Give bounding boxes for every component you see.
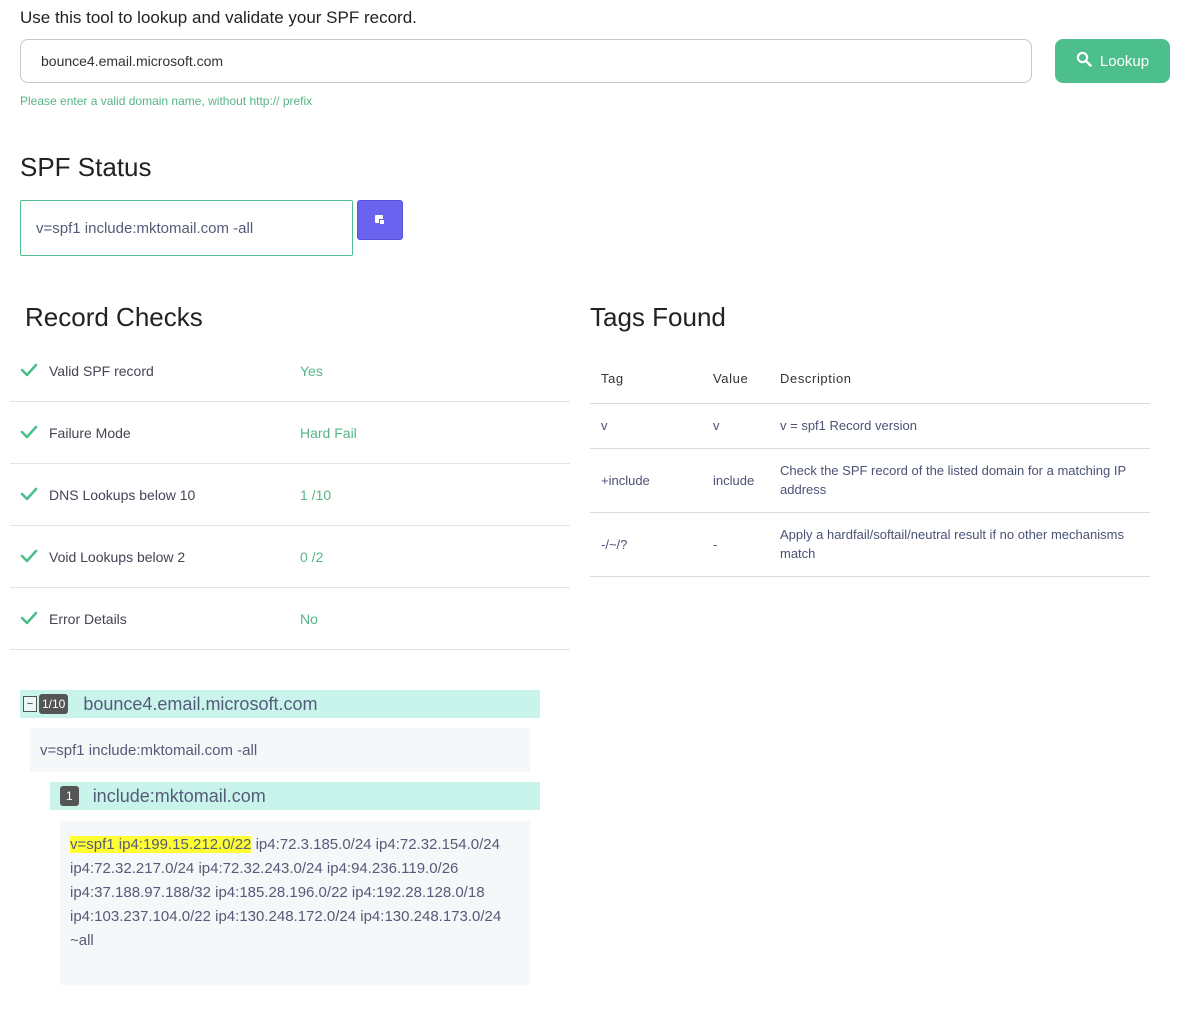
description-cell: Check the SPF record of the listed domai… (769, 448, 1150, 513)
check-row: Failure Mode Hard Fail (10, 402, 570, 464)
value-cell: - (702, 512, 769, 577)
tags-header-row: Tag Value Description (590, 355, 1150, 404)
column-header-value: Value (702, 355, 769, 404)
check-value: 0 /2 (300, 548, 324, 565)
tag-cell: +include (590, 448, 702, 513)
check-row: DNS Lookups below 10 1 /10 (10, 464, 570, 526)
record-checks-title: Record Checks (25, 302, 203, 332)
table-row: +include include Check the SPF record of… (590, 448, 1150, 513)
check-row: Valid SPF record Yes (10, 340, 570, 402)
tags-found-title: Tags Found (590, 302, 726, 332)
search-icon (1076, 51, 1092, 71)
table-row: v v v = spf1 Record version (590, 403, 1150, 449)
check-icon (20, 487, 38, 501)
spf-record-text: v=spf1 include:mktomail.com -all (36, 219, 254, 237)
check-value: 1 /10 (300, 486, 332, 503)
check-icon (20, 611, 38, 625)
table-row: -/~/? - Apply a hardfail/softail/neutral… (590, 512, 1150, 577)
tag-cell: -/~/? (590, 512, 702, 577)
tree-root-header: − 1/10 bounce4.email.microsoft.com (20, 690, 540, 718)
check-value: Yes (300, 362, 323, 379)
check-label: Valid SPF record (49, 362, 154, 379)
value-cell: v (702, 403, 769, 449)
value-cell: include (702, 448, 769, 513)
tree-child-header: 1 include:mktomail.com (50, 782, 540, 810)
check-label: Error Details (49, 610, 127, 627)
record-highlight: v=spf1 ip4:199.15.212.0/22 (70, 836, 252, 853)
check-value: Hard Fail (300, 424, 357, 441)
check-icon (20, 363, 38, 377)
lookup-label: Lookup (1099, 52, 1150, 70)
tags-table: Tag Value Description v v v = spf1 Recor… (590, 355, 1150, 577)
helper-text: Please enter a valid domain name, withou… (20, 94, 313, 108)
tree-root-domain: bounce4.email.microsoft.com (83, 693, 318, 714)
check-label: DNS Lookups below 10 (49, 486, 196, 503)
lookup-count-badge: 1/10 (39, 694, 69, 714)
check-icon (20, 549, 38, 563)
include-index-badge: 1 (60, 786, 79, 806)
spf-record-field[interactable]: v=spf1 include:mktomail.com -all (20, 200, 353, 256)
copy-button[interactable] (357, 200, 403, 240)
tree-child-domain: include:mktomail.com (92, 785, 266, 806)
check-value: No (300, 610, 318, 627)
domain-input[interactable] (20, 39, 1032, 83)
intro-text: Use this tool to lookup and validate you… (20, 8, 417, 27)
spf-status-title: SPF Status (20, 152, 152, 182)
tag-cell: v (590, 403, 702, 449)
column-header-description: Description (769, 355, 1150, 404)
tree-child-record: v=spf1 ip4:199.15.212.0/22 ip4:72.3.185.… (60, 821, 530, 985)
tree-root-record: v=spf1 include:mktomail.com -all (30, 728, 530, 772)
check-row: Error Details No (10, 588, 570, 650)
check-label: Void Lookups below 2 (49, 548, 186, 565)
lookup-button[interactable]: Lookup (1055, 39, 1170, 83)
description-cell: v = spf1 Record version (769, 403, 1150, 449)
column-header-tag: Tag (590, 355, 702, 404)
check-icon (20, 425, 38, 439)
check-label: Failure Mode (49, 424, 131, 441)
description-cell: Apply a hardfail/softail/neutral result … (769, 512, 1150, 577)
collapse-toggle[interactable]: − (23, 696, 37, 712)
check-row: Void Lookups below 2 0 /2 (10, 526, 570, 588)
record-checks-list: Valid SPF record Yes Failure Mode Hard F… (10, 340, 570, 650)
